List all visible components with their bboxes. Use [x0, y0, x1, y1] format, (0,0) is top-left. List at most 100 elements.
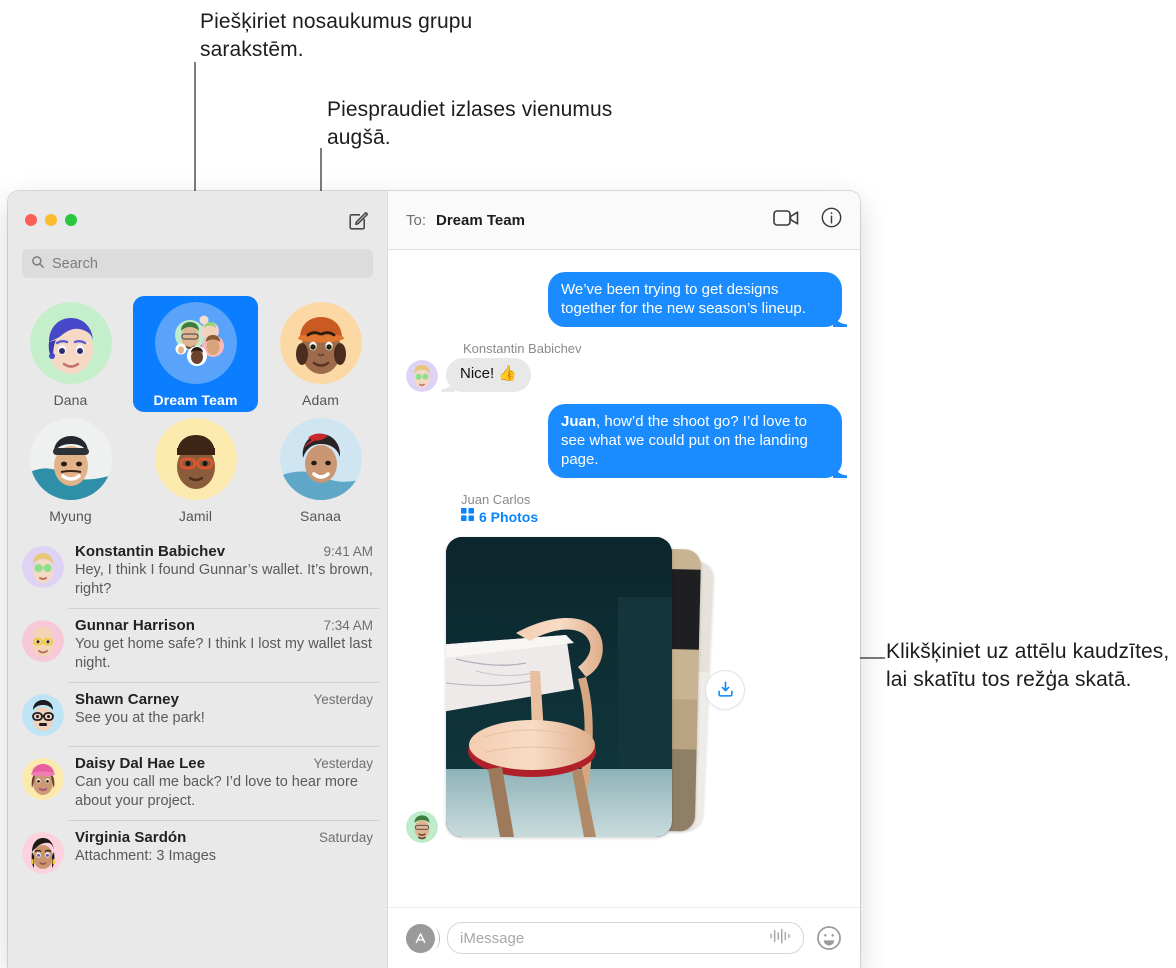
callout-pin-favorites: Piespraudiet izlases vienumus augšā.: [327, 98, 613, 149]
callout-photo-stack: Klikšķiniet uz attēlu kaudzītes, lai ska…: [886, 640, 1170, 691]
pin-dream-team[interactable]: Dream Team: [133, 296, 258, 412]
pin-row-1: Dana Dream Team Adam: [8, 296, 387, 412]
conversation-preview: Can you call me back? I’d love to hear m…: [75, 774, 358, 809]
conversation-row-konstantin[interactable]: Konstantin Babichev 9:41 AM Hey, I think…: [8, 534, 387, 608]
video-camera-icon[interactable]: [773, 209, 799, 232]
sender-name: Konstantin Babichev: [463, 341, 582, 357]
conversation-time: Yesterday: [313, 756, 373, 772]
composer: iMessage: [388, 907, 860, 968]
row-body: Shawn Carney Yesterday See you at the pa…: [75, 691, 373, 736]
photo-layer-1[interactable]: [446, 536, 672, 837]
recipient-name[interactable]: Dream Team: [436, 212, 525, 229]
avatar: [22, 832, 64, 875]
message-bubble[interactable]: We’ve been trying to get designs togethe…: [548, 272, 847, 328]
conversation-time: Saturday: [318, 830, 373, 846]
pin-label: Dream Team: [153, 392, 238, 408]
search-icon: [31, 255, 45, 273]
message-incoming-1: Konstantin Babichev Nice! 👍: [406, 341, 842, 392]
photo-count-row[interactable]: 6 Photos: [461, 507, 842, 526]
row-body: Daisy Dal Hae Lee Yesterday Can you call…: [75, 755, 373, 810]
message-bubble[interactable]: Nice! 👍: [440, 358, 532, 392]
message-outgoing-1: We’ve been trying to get designs togethe…: [406, 272, 847, 328]
apps-store-icon[interactable]: [406, 923, 440, 953]
conversation-time: 7:34 AM: [323, 618, 373, 634]
traffic-lights: [25, 214, 77, 226]
avatar: [154, 302, 237, 384]
conversation-name: Virginia Sardón: [75, 829, 187, 847]
compose-icon[interactable]: [347, 208, 371, 232]
search-placeholder: Search: [52, 255, 98, 272]
conversation-row-shawn[interactable]: Shawn Carney Yesterday See you at the pa…: [8, 682, 387, 746]
message-outgoing-2: Juan, how’d the shoot go? I’d love to se…: [406, 403, 847, 479]
message-mention: Juan: [561, 412, 597, 430]
avatar: [406, 810, 438, 843]
emoji-smiley-icon[interactable]: [816, 925, 842, 951]
thread-pane: To: Dream Team We’ve been trying to get …: [387, 191, 860, 968]
avatar: [406, 359, 438, 392]
pin-label: Sanaa: [300, 508, 341, 524]
messages-window: Search Dana Dream Team Adam Myung Jamil …: [8, 191, 860, 968]
pin-adam[interactable]: Adam: [258, 296, 383, 412]
pin-jamil[interactable]: Jamil: [133, 412, 258, 528]
pinned-conversations: Dana Dream Team Adam Myung Jamil Sanaa: [8, 288, 387, 534]
avatar: [22, 546, 64, 588]
zoom-button[interactable]: [65, 214, 77, 226]
pin-row-2: Myung Jamil Sanaa: [8, 412, 387, 528]
download-icon[interactable]: [706, 670, 744, 709]
titlebar: [8, 191, 387, 249]
conversation-name: Konstantin Babichev: [75, 543, 226, 560]
close-button[interactable]: [25, 214, 37, 226]
to-label: To:: [406, 211, 427, 229]
message-bubble[interactable]: Juan, how’d the shoot go? I’d love to se…: [548, 403, 847, 479]
minimize-button[interactable]: [45, 214, 57, 226]
conversation-preview: You get home safe? I think I lost my wal…: [75, 636, 372, 671]
conversation-preview: See you at the park!: [75, 710, 205, 727]
message-input[interactable]: iMessage: [447, 922, 804, 954]
search-input[interactable]: Search: [22, 249, 373, 278]
conversation-row-gunnar[interactable]: Gunnar Harrison 7:34 AM You get home saf…: [8, 608, 387, 682]
conversation-list: Konstantin Babichev 9:41 AM Hey, I think…: [8, 534, 387, 968]
search-row: Search: [8, 249, 387, 288]
messages-area: We’ve been trying to get designs togethe…: [388, 250, 860, 907]
photo-attachment: Juan Carlos 6 Photos: [406, 492, 842, 843]
avatar: [22, 758, 64, 801]
pin-myung[interactable]: Myung: [8, 412, 133, 528]
info-circle-icon[interactable]: [821, 207, 842, 233]
pin-label: Dana: [53, 392, 88, 408]
pin-label: Jamil: [178, 508, 213, 524]
pin-dana[interactable]: Dana: [8, 296, 133, 412]
photo-stack[interactable]: [446, 531, 714, 843]
pin-label: Adam: [302, 392, 339, 408]
conversation-name: Shawn Carney: [75, 691, 179, 709]
photo-stack-row: [406, 531, 842, 843]
thread-header: To: Dream Team: [388, 191, 860, 250]
callout-group-names: Piešķiriet nosaukumus grupu sarakstēm.: [200, 10, 473, 61]
pin-label: Myung: [49, 508, 92, 524]
conversation-name: Gunnar Harrison: [75, 617, 195, 635]
audio-waveform-icon[interactable]: [769, 928, 791, 948]
avatar: [22, 694, 64, 737]
avatar: [279, 418, 362, 500]
photo-count-label: 6 Photos: [479, 508, 539, 525]
conversation-row-daisy[interactable]: Daisy Dal Hae Lee Yesterday Can you call…: [8, 746, 387, 820]
conversation-preview: Hey, I think I found Gunnar’s wallet. It…: [75, 562, 373, 597]
avatar: [279, 302, 362, 384]
conversation-preview: Attachment: 3 Images: [75, 848, 217, 865]
conversation-time: 9:41 AM: [323, 544, 373, 559]
avatar: [22, 620, 64, 663]
conversation-row-virginia[interactable]: Virginia Sardón Saturday Attachment: 3 I…: [8, 820, 387, 884]
avatar: [29, 418, 112, 500]
pin-sanaa[interactable]: Sanaa: [258, 412, 383, 528]
header-actions: [773, 207, 842, 233]
photo-grid-icon: [461, 507, 474, 526]
photo-sender-name: Juan Carlos: [461, 491, 531, 507]
sidebar: Search Dana Dream Team Adam Myung Jamil …: [8, 191, 387, 968]
row-body: Virginia Sardón Saturday Attachment: 3 I…: [75, 829, 373, 874]
row-body: Konstantin Babichev 9:41 AM Hey, I think…: [75, 543, 373, 598]
conversation-name: Daisy Dal Hae Lee: [75, 755, 206, 773]
row-body: Gunnar Harrison 7:34 AM You get home saf…: [75, 617, 373, 672]
conversation-time: Yesterday: [313, 692, 373, 708]
message-text: , how’d the shoot go? I’d love to see wh…: [561, 412, 808, 468]
avatar: [29, 302, 112, 384]
message-placeholder: iMessage: [460, 929, 525, 947]
